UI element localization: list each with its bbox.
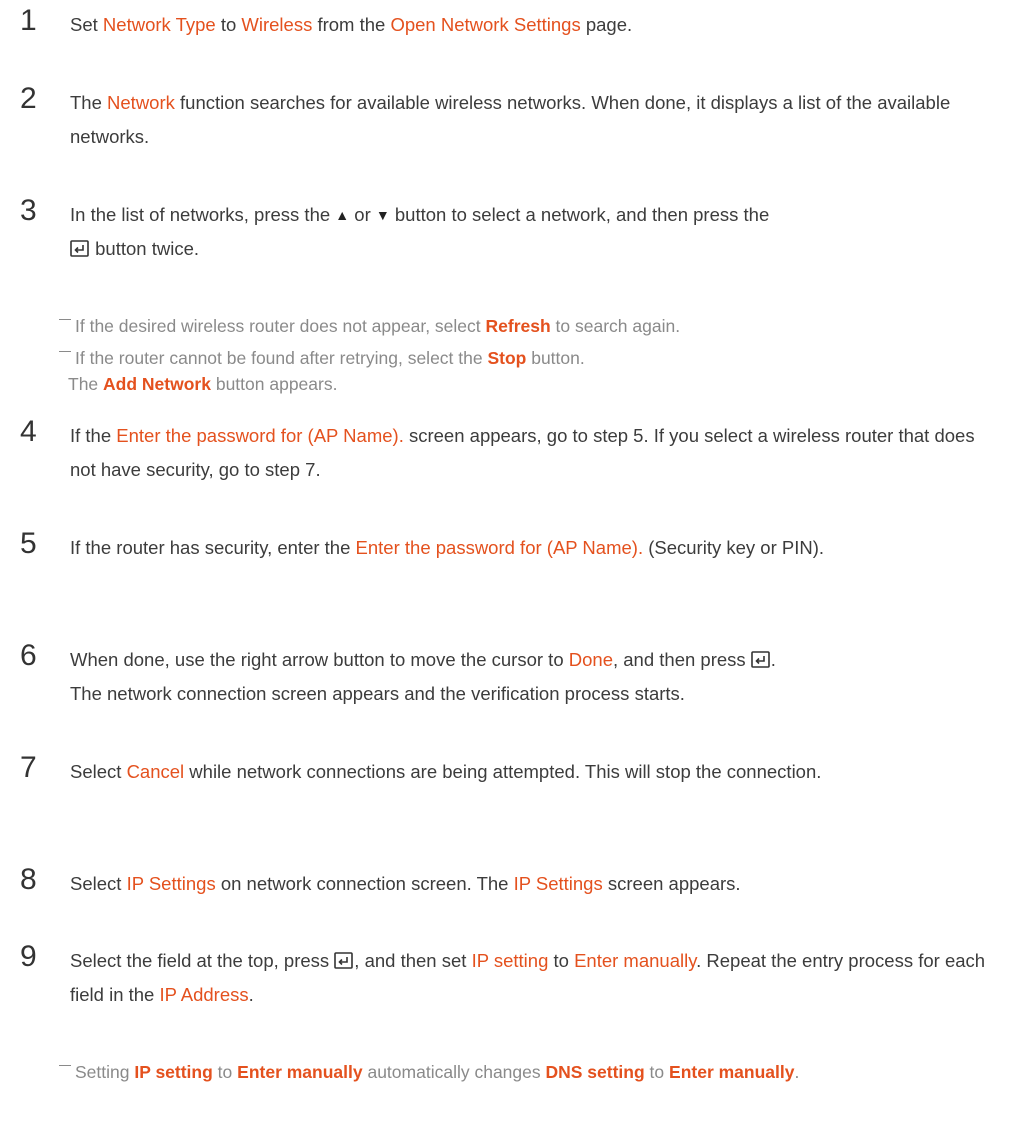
term-ip-settings: IP Settings — [126, 873, 216, 894]
term-enter-password: Enter the password for (AP Name). — [116, 425, 404, 446]
term-wireless: Wireless — [241, 14, 313, 35]
step-text: When done, use the right arrow button to… — [70, 649, 776, 704]
term-refresh: Refresh — [485, 316, 551, 336]
term-ip-setting: IP setting — [471, 950, 549, 971]
term-ip-address: IP Address — [159, 984, 249, 1005]
note-dash — [59, 319, 71, 320]
step-number: 6 — [20, 639, 37, 672]
term-network: Network — [107, 92, 175, 113]
step-text: Set Network Type to Wireless from the Op… — [70, 14, 633, 35]
term-network-type: Network Type — [102, 14, 216, 35]
term-add-network: Add Network — [103, 374, 211, 394]
step-text: If the router has security, enter the En… — [70, 537, 825, 558]
term-enter-manually: Enter manually — [669, 1062, 795, 1082]
term-ip-setting: IP setting — [134, 1062, 213, 1082]
term-enter-manually: Enter manually — [237, 1062, 363, 1082]
term-done: Done — [568, 649, 613, 670]
term-enter-manually: Enter manually — [574, 950, 697, 971]
note-refresh: If the desired wireless router does not … — [59, 313, 959, 339]
step-text: In the list of networks, press the ▲ or … — [70, 198, 990, 266]
step-text: Select IP Settings on network connection… — [70, 873, 741, 894]
step-number: 1 — [20, 4, 37, 37]
triangle-down-icon: ▼ — [375, 207, 390, 223]
note-dash — [59, 351, 71, 352]
term-enter-password: Enter the password for (AP Name). — [355, 537, 644, 558]
enter-key-icon — [334, 952, 354, 970]
step-text: Select the field at the top, press , and… — [70, 950, 986, 1005]
step-number: 9 — [20, 940, 37, 973]
step-text: The Network function searches for availa… — [70, 92, 951, 147]
term-ip-settings: IP Settings — [513, 873, 603, 894]
term-cancel: Cancel — [126, 761, 185, 782]
enter-key-icon — [750, 651, 771, 669]
step-number: 8 — [20, 863, 37, 896]
step-number: 7 — [20, 751, 37, 784]
term-dns-setting: DNS setting — [545, 1062, 645, 1082]
step-number: 4 — [20, 415, 37, 448]
step-number: 2 — [20, 82, 37, 115]
note-continuation: The Add Network button appears. — [68, 374, 338, 394]
enter-key-icon — [70, 240, 90, 258]
note-stop: If the router cannot be found after retr… — [59, 345, 959, 397]
note-dash — [59, 1065, 71, 1066]
step-number: 3 — [20, 194, 37, 227]
step-text: Select Cancel while network connections … — [70, 761, 822, 782]
step-text: If the Enter the password for (AP Name).… — [70, 425, 975, 480]
term-open-network-settings: Open Network Settings — [390, 14, 581, 35]
step-number: 5 — [20, 527, 37, 560]
term-stop: Stop — [487, 348, 527, 368]
note-ip-setting: Setting IP setting to Enter manually aut… — [59, 1059, 959, 1085]
triangle-up-icon: ▲ — [335, 207, 350, 223]
